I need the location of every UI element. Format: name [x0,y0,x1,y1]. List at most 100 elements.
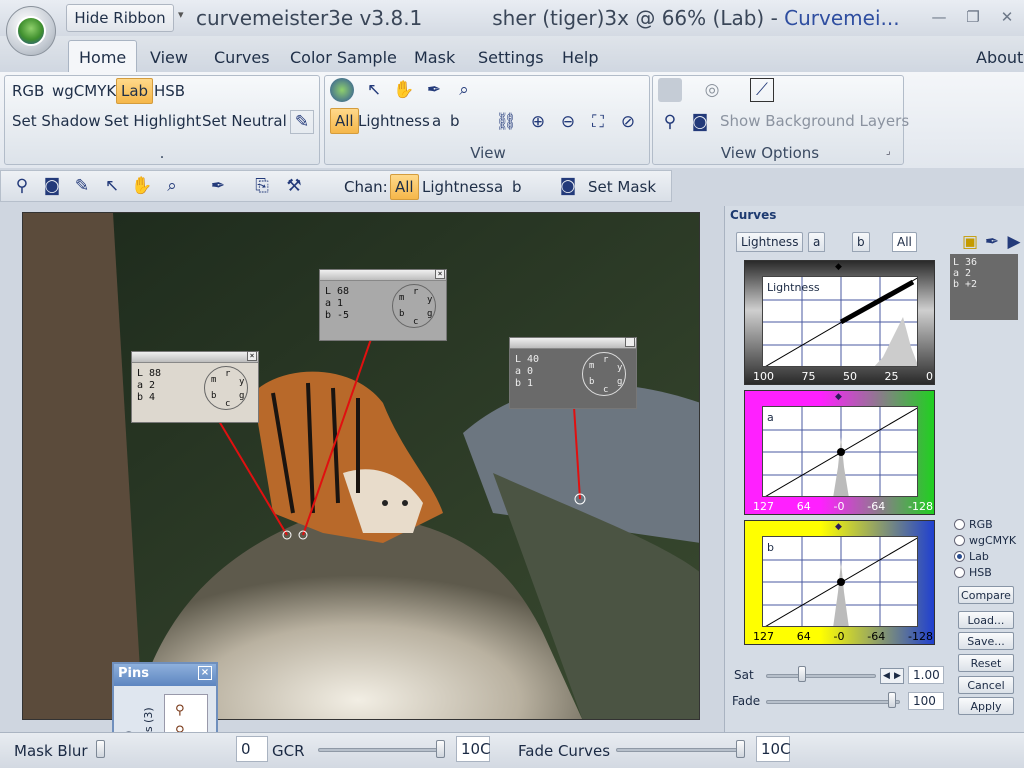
curve-tab-all[interactable]: All [892,232,917,252]
curve-grip-icon[interactable]: ◆ [835,262,842,272]
copy-icon[interactable]: ⎘ [250,174,274,198]
apply-button[interactable]: Apply [958,697,1014,715]
toolbar-chan-a-button[interactable]: a [490,174,507,200]
mode-lab-button[interactable]: Lab [116,78,154,104]
tab-settings[interactable]: Settings [468,42,554,72]
chan-lightness-button[interactable]: Lightness [354,108,434,134]
save-button[interactable]: Save... [958,632,1014,650]
set-neutral-button[interactable]: Set Neutral [198,108,291,134]
tab-curves[interactable]: Curves [204,42,280,72]
fade-curves-value-input[interactable]: 10C [756,736,791,762]
curve-b[interactable]: ◆ b 127 64 -0 -64 -128 [744,520,935,645]
fade-value-input[interactable]: 100 [908,692,944,710]
link-icon[interactable]: ⛓ [494,110,518,134]
app-menu-orb-icon[interactable] [6,6,56,56]
set-highlight-button[interactable]: Set Highlight [100,108,205,134]
tab-color-sample[interactable]: Color Sample [280,42,407,72]
fade-curves-slider-thumb[interactable] [736,740,745,758]
curve-tab-lightness[interactable]: Lightness [736,232,804,252]
mode-rgb-button[interactable]: RGB [8,78,48,104]
curve-grip-icon[interactable]: ◆ [835,522,842,532]
mode-hsb-button[interactable]: HSB [150,78,189,104]
gcr-slider-track[interactable] [318,748,444,752]
app-logo-icon[interactable] [330,78,354,102]
curve-plot[interactable]: Lightness [762,276,918,367]
hand-icon[interactable]: ✋ [130,174,154,198]
close-icon[interactable]: × [247,351,257,361]
hide-ribbon-button[interactable]: Hide Ribbon [66,4,174,32]
color-sampler-2[interactable]: × L 68 a 1 b -5 mrygcb [319,269,447,341]
pin-tool-icon[interactable]: ⚲ [658,110,682,134]
eyedropper-icon[interactable]: ✒ [980,230,1004,254]
layer-blend-icon[interactable] [658,78,682,102]
close-icon[interactable]: × [198,666,212,680]
curve-grip-icon[interactable]: ◆ [835,392,842,402]
settings-wrench-icon[interactable]: ⚒ [282,174,306,198]
pointer-icon[interactable]: ↖ [362,78,386,102]
chan-b-button[interactable]: b [446,108,464,134]
image-canvas[interactable]: × L 88 a 2 b 4 mrygcb × L 68 a 1 b -5 mr… [22,212,700,720]
quick-access-chevron-icon[interactable]: ▾ [178,8,184,21]
zoom-out-icon[interactable]: ⊖ [556,110,580,134]
load-button[interactable]: Load... [958,611,1014,629]
tab-home[interactable]: Home [68,40,138,74]
set-shadow-button[interactable]: Set Shadow [8,108,105,134]
mask-icon[interactable]: ◙ [688,110,712,134]
curve-plot[interactable]: b [762,536,918,627]
tab-help[interactable]: Help [552,42,608,72]
zoom-in-icon[interactable]: ⊕ [526,110,550,134]
sat-spin-buttons[interactable]: ◀ ▶ [880,668,904,684]
mask-view-icon[interactable]: ◎ [700,78,724,102]
close-icon[interactable]: ✕ [996,8,1018,26]
mode-wgcmyk-button[interactable]: wgCMYK [48,78,120,104]
toolbar-chan-all-button[interactable]: All [390,174,419,200]
curve-pen-icon[interactable]: ✎ [70,174,94,198]
curve-view-icon[interactable]: ⟋ [750,78,774,102]
pin-tool-icon[interactable]: ⚲ [10,174,34,198]
neutral-eyedropper-icon[interactable]: ✎ [290,110,314,134]
radio-wgcmyk[interactable]: wgCMYK [954,534,1016,547]
radio-lab[interactable]: Lab [954,550,989,563]
mask-icon[interactable]: ◙ [40,174,64,198]
maximize-icon[interactable]: ❐ [962,8,984,26]
sat-value-input[interactable]: 1.00 [908,666,944,684]
color-sampler-1[interactable]: × L 88 a 2 b 4 mrygcb [131,351,259,423]
dialog-launcher-icon[interactable]: ⌟ [886,146,891,157]
curve-a[interactable]: ◆ a 127 64 -0 -64 -128 [744,390,935,515]
arrow-right-icon[interactable]: ▶ [894,671,901,681]
chan-a-button[interactable]: a [428,108,445,134]
tab-mask[interactable]: Mask [404,42,465,72]
set-mask-dropdown[interactable]: Set Mask [584,174,660,200]
fade-slider-track[interactable] [766,700,900,704]
mask-blur-slider[interactable] [96,740,105,758]
cancel-button[interactable]: Cancel [958,676,1014,694]
zoom-icon[interactable]: ⌕ [452,78,476,102]
gcr-slider-thumb[interactable] [436,740,445,758]
curve-plot[interactable]: a [762,406,918,497]
color-sampler-3[interactable]: × L 40 a 0 b 1 mrygcb [509,337,637,409]
curve-lightness[interactable]: ◆ Lightness 100 75 50 25 0 [744,260,935,385]
eyedropper-icon[interactable]: ✒ [206,174,230,198]
gcr-value-input[interactable]: 10C [456,736,491,762]
about-link[interactable]: About [966,42,1024,72]
zoom-fit-icon[interactable]: ⛶ [586,110,610,134]
hand-icon[interactable]: ✋ [392,78,416,102]
zoom-icon[interactable]: ⌕ [160,174,184,198]
radio-hsb[interactable]: HSB [954,566,992,579]
folder-icon[interactable]: ▣ [958,230,982,254]
zoom-actual-icon[interactable]: ⊘ [616,110,640,134]
pointer-icon[interactable]: ↖ [100,174,124,198]
reset-button[interactable]: Reset [958,654,1014,672]
sat-slider-track[interactable] [766,674,876,678]
curve-tab-b[interactable]: b [852,232,870,252]
pin-icon[interactable]: ⚲ [175,703,207,718]
arrow-left-icon[interactable]: ◀ [883,671,890,681]
show-background-layers-button[interactable]: Show Background Layers [716,108,913,134]
radio-rgb[interactable]: RGB [954,518,993,531]
fade-slider-thumb[interactable] [888,692,896,708]
close-icon[interactable]: × [625,337,635,347]
mask-icon[interactable]: ◙ [556,174,580,198]
sat-slider-thumb[interactable] [798,666,806,682]
minimize-icon[interactable]: — [928,8,950,26]
curve-tab-a[interactable]: a [808,232,826,252]
